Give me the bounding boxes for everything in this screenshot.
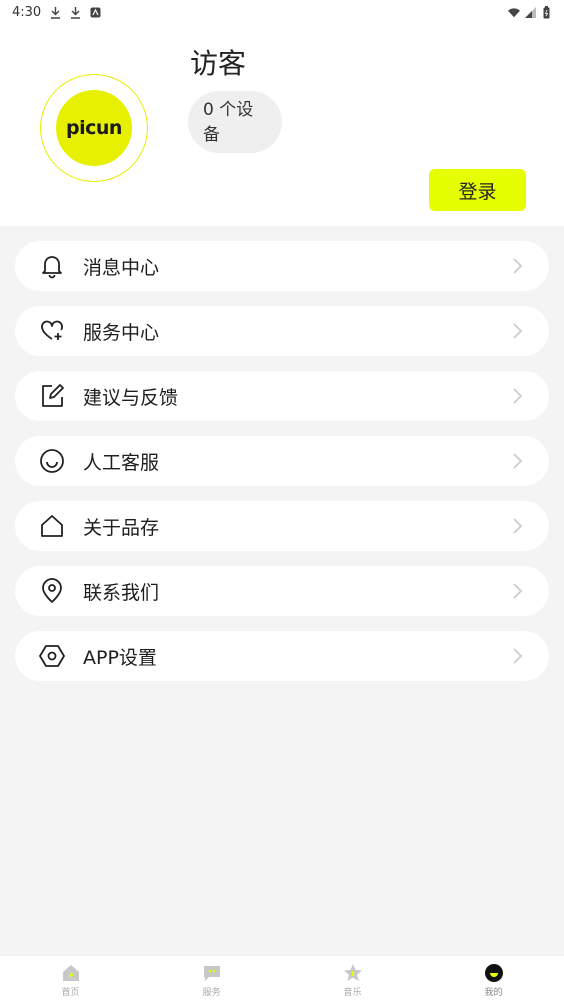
- nav-tab-home[interactable]: 首页: [0, 956, 141, 1004]
- menu-item-feedback[interactable]: 建议与反馈: [15, 371, 549, 421]
- chevron-right-icon: [513, 258, 523, 274]
- chevron-right-icon: [513, 453, 523, 469]
- menu-item-label: 消息中心: [83, 256, 160, 279]
- chevron-right-icon: [513, 518, 523, 534]
- profile-icon: [484, 963, 504, 983]
- smile-icon: [39, 448, 65, 474]
- device-count-line-1: 0 个设: [203, 100, 254, 120]
- brand-logo: picun: [56, 90, 132, 166]
- menu-item-label: APP设置: [83, 646, 157, 669]
- heart-plus-icon: [39, 318, 65, 344]
- username: 访客: [190, 47, 247, 80]
- menu-item-label: 关于品存: [83, 516, 160, 539]
- nav-tab-label: 服务: [202, 987, 221, 998]
- menu-item-contact[interactable]: 联系我们: [15, 566, 549, 616]
- menu-list: 消息中心 服务中心 建议与反馈 人工客服 关于品存 联系我们 APP设置: [15, 241, 549, 696]
- chevron-right-icon: [513, 583, 523, 599]
- menu-item-service-center[interactable]: 服务中心: [15, 306, 549, 356]
- menu-item-label: 人工客服: [83, 451, 160, 474]
- status-bar: 4:30: [0, 0, 564, 24]
- chat-icon: [202, 963, 222, 983]
- location-icon: [39, 578, 65, 604]
- menu-item-messages[interactable]: 消息中心: [15, 241, 549, 291]
- login-button[interactable]: 登录: [429, 169, 526, 211]
- avatar[interactable]: picun: [40, 74, 148, 182]
- menu-item-label: 联系我们: [83, 581, 160, 604]
- nav-tab-mine[interactable]: 我的: [423, 956, 564, 1004]
- chevron-right-icon: [513, 323, 523, 339]
- hexagon-settings-icon: [39, 643, 65, 669]
- nav-tab-label: 音乐: [343, 987, 362, 998]
- nav-tab-service[interactable]: 服务: [141, 956, 282, 1004]
- download-icon: [69, 5, 81, 19]
- status-time: 4:30: [12, 4, 42, 20]
- home-icon: [39, 513, 65, 539]
- bottom-navigation: 首页 服务 音乐 我的: [0, 955, 564, 1004]
- menu-item-label: 建议与反馈: [83, 386, 179, 409]
- menu-item-app-settings[interactable]: APP设置: [15, 631, 549, 681]
- chevron-right-icon: [513, 648, 523, 664]
- bell-icon: [39, 253, 65, 279]
- chevron-right-icon: [513, 388, 523, 404]
- star-icon: [343, 963, 363, 983]
- app-notification-icon: [89, 5, 101, 19]
- device-count-line-2: 备: [203, 125, 220, 145]
- nav-tab-label: 首页: [61, 987, 80, 998]
- profile-header: picun 访客 0 个设 备 登录: [0, 24, 564, 226]
- profile-screen: 4:30 picun 访客 0 个设 备 登录 消息中心 服务中心 建议与反馈 …: [0, 0, 564, 1004]
- home-icon: [61, 963, 81, 983]
- nav-tab-label: 我的: [484, 987, 503, 998]
- signal-icon: [524, 5, 536, 19]
- download-icon: [49, 5, 61, 19]
- nav-tab-music[interactable]: 音乐: [282, 956, 423, 1004]
- battery-icon: [540, 5, 552, 19]
- menu-item-label: 服务中心: [83, 321, 160, 344]
- menu-item-about[interactable]: 关于品存: [15, 501, 549, 551]
- device-count-badge[interactable]: 0 个设 备: [188, 91, 282, 153]
- edit-icon: [39, 383, 65, 409]
- wifi-icon: [508, 5, 520, 19]
- menu-item-customer-service[interactable]: 人工客服: [15, 436, 549, 486]
